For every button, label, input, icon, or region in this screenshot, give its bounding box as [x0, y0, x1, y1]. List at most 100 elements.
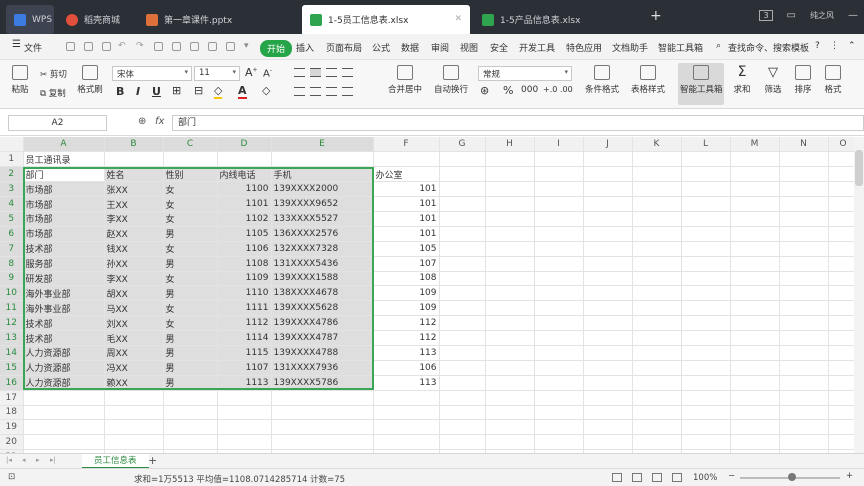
cell-k2[interactable]	[632, 166, 682, 183]
cell-g8[interactable]	[439, 256, 486, 272]
grow-font-icon[interactable]: A+	[245, 66, 258, 79]
redo-icon[interactable]: ↷	[136, 41, 144, 51]
tab-pptx[interactable]: 第一章课件.pptx	[138, 5, 298, 34]
cell-n5[interactable]	[779, 211, 829, 227]
column-header-m[interactable]: M	[730, 137, 780, 153]
cell-n19[interactable]	[779, 419, 829, 436]
cell-j19[interactable]	[583, 419, 633, 436]
column-header-d[interactable]: D	[217, 137, 272, 153]
cell-a7[interactable]: 技术部	[23, 241, 105, 257]
cell-h17[interactable]	[485, 390, 535, 406]
paste-button[interactable]: 粘贴	[8, 65, 32, 95]
cell-m4[interactable]	[730, 196, 780, 212]
cell-k11[interactable]	[632, 300, 682, 317]
cell-j12[interactable]	[583, 315, 633, 332]
cell-f6[interactable]: 101	[373, 226, 440, 242]
cell-d2[interactable]: 内线电话	[217, 166, 272, 183]
cell-h18[interactable]	[485, 405, 535, 421]
cell-d15[interactable]: 1107	[217, 360, 272, 376]
cell-i14[interactable]	[534, 345, 584, 361]
row-header[interactable]: 2	[0, 166, 24, 183]
cell-b3[interactable]: 张XX	[104, 181, 164, 198]
cell-d11[interactable]: 1111	[217, 300, 272, 317]
cell-f8[interactable]: 107	[373, 256, 440, 272]
collapse-icon[interactable]: ⌃	[848, 41, 856, 51]
column-header-b[interactable]: B	[104, 137, 164, 153]
cell-j1[interactable]	[583, 151, 633, 168]
fill-color-icon[interactable]: ◇	[214, 84, 223, 99]
cell-e5[interactable]: 133XXXX5527	[271, 211, 374, 227]
cell-h12[interactable]	[485, 315, 535, 332]
menu-formula[interactable]: 公式	[372, 41, 390, 54]
cell-m17[interactable]	[730, 390, 780, 406]
cell-h13[interactable]	[485, 330, 535, 346]
cell-e2[interactable]: 手机	[271, 166, 374, 183]
menu-page-layout[interactable]: 页面布局	[326, 41, 362, 54]
cell-c19[interactable]	[163, 419, 218, 436]
cell-n10[interactable]	[779, 285, 829, 302]
cell-i20[interactable]	[534, 434, 584, 451]
align-top-icon[interactable]	[294, 68, 305, 77]
cell-n7[interactable]	[779, 241, 829, 257]
cell-b6[interactable]: 赵XX	[104, 226, 164, 242]
cell-c10[interactable]: 男	[163, 285, 218, 302]
menu-security[interactable]: 安全	[490, 41, 508, 54]
cell-k1[interactable]	[632, 151, 682, 168]
cell-l9[interactable]	[681, 271, 731, 287]
row-header[interactable]: 1	[0, 151, 24, 168]
cell-j8[interactable]	[583, 256, 633, 272]
row-header[interactable]: 10	[0, 285, 24, 302]
cell-a6[interactable]: 市场部	[23, 226, 105, 242]
cell-d10[interactable]: 1110	[217, 285, 272, 302]
align-bottom-icon[interactable]	[326, 68, 337, 77]
menu-insert[interactable]: 插入	[296, 41, 314, 54]
cell-b17[interactable]	[104, 390, 164, 406]
cell-f10[interactable]: 109	[373, 285, 440, 302]
cell-b4[interactable]: 王XX	[104, 196, 164, 212]
cell-j10[interactable]	[583, 285, 633, 302]
cell-j15[interactable]	[583, 360, 633, 376]
cell-n9[interactable]	[779, 271, 829, 287]
reading-view-icon[interactable]	[672, 473, 682, 482]
first-sheet-icon[interactable]: |◂	[6, 456, 12, 464]
print-icon[interactable]	[102, 42, 111, 51]
cell-c20[interactable]	[163, 434, 218, 451]
zoom-out-icon[interactable]: −	[728, 471, 735, 481]
prev-sheet-icon[interactable]: ◂	[22, 456, 26, 464]
cell-d1[interactable]	[217, 151, 272, 168]
cell-f12[interactable]: 112	[373, 315, 440, 332]
cell-l8[interactable]	[681, 256, 731, 272]
share-icon[interactable]	[208, 42, 217, 51]
cell-b11[interactable]: 马XX	[104, 300, 164, 317]
cell-i3[interactable]	[534, 181, 584, 198]
cell-e9[interactable]: 139XXXX1588	[271, 271, 374, 287]
cell-e13[interactable]: 139XXXX4787	[271, 330, 374, 346]
align-left-icon[interactable]	[294, 87, 305, 96]
cell-b18[interactable]	[104, 405, 164, 421]
cell-g17[interactable]	[439, 390, 486, 406]
menu-smart-toolbox[interactable]: 智能工具箱	[658, 41, 703, 54]
column-header-j[interactable]: J	[583, 137, 633, 153]
row-header[interactable]: 12	[0, 315, 24, 332]
wrap-text-button[interactable]: 自动换行	[432, 65, 470, 95]
cell-i18[interactable]	[534, 405, 584, 421]
format-painter-button[interactable]: 格式刷	[76, 65, 104, 95]
row-header[interactable]: 8	[0, 256, 24, 272]
cell-k19[interactable]	[632, 419, 682, 436]
menu-doc-assistant[interactable]: 文档助手	[612, 41, 648, 54]
cell-d8[interactable]: 1108	[217, 256, 272, 272]
cell-f4[interactable]: 101	[373, 196, 440, 212]
cell-i5[interactable]	[534, 211, 584, 227]
cell-i9[interactable]	[534, 271, 584, 287]
cell-i7[interactable]	[534, 241, 584, 257]
cell-c7[interactable]: 女	[163, 241, 218, 257]
cell-f3[interactable]: 101	[373, 181, 440, 198]
normal-view-icon[interactable]	[612, 473, 622, 482]
cell-e6[interactable]: 136XXXX2576	[271, 226, 374, 242]
cell-l4[interactable]	[681, 196, 731, 212]
cell-n16[interactable]	[779, 375, 829, 391]
cell-a3[interactable]: 市场部	[23, 181, 105, 198]
cell-h2[interactable]	[485, 166, 535, 183]
cell-i16[interactable]	[534, 375, 584, 391]
shrink-font-icon[interactable]: A-	[263, 67, 272, 79]
